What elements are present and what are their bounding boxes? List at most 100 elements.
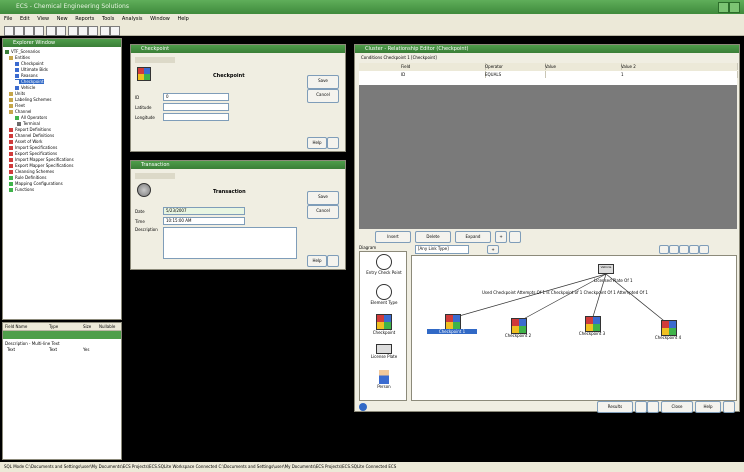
- node-checkpoint-2[interactable]: [511, 318, 527, 334]
- latitude-field[interactable]: [163, 103, 229, 111]
- palette-entry-check-point[interactable]: Entry Check Point: [362, 254, 406, 275]
- description-field[interactable]: [163, 227, 297, 259]
- tree-item-units[interactable]: Units: [9, 91, 25, 96]
- tree-item-vehicle[interactable]: Vehicle: [15, 85, 35, 90]
- tree-item-fleet[interactable]: Fleet: [9, 103, 25, 108]
- tree-item-export-specs[interactable]: Export Specifications: [9, 151, 57, 156]
- col-value2[interactable]: Value 2: [619, 63, 738, 70]
- chart-icon[interactable]: [78, 26, 88, 36]
- add-icon[interactable]: +: [487, 245, 499, 254]
- remove-icon[interactable]: [509, 231, 521, 243]
- col-type[interactable]: Type: [49, 324, 58, 329]
- close-button[interactable]: Close: [661, 401, 693, 413]
- delete-button[interactable]: Delete: [415, 231, 451, 243]
- palette-license-plate[interactable]: License Plate: [362, 344, 406, 359]
- tree-item-vtf[interactable]: VTF_Scenarios: [5, 49, 40, 54]
- col-operator[interactable]: Operator: [483, 63, 546, 70]
- grid-icon[interactable]: [68, 26, 78, 36]
- tree-item-reasons[interactable]: Reasons: [15, 73, 38, 78]
- open-icon[interactable]: [14, 26, 24, 36]
- zoom-icon[interactable]: [659, 245, 669, 254]
- menu-analysis[interactable]: Analysis: [122, 16, 143, 22]
- tree-item-channel[interactable]: Channel: [9, 109, 31, 114]
- time-field[interactable]: 10:15:00 AM: [163, 217, 245, 225]
- pin-icon[interactable]: [327, 137, 339, 149]
- table-cell[interactable]: 1: [619, 71, 738, 78]
- insert-button[interactable]: Insert: [375, 231, 411, 243]
- cancel-button[interactable]: Cancel: [307, 89, 339, 103]
- print-icon[interactable]: [669, 245, 679, 254]
- tree-item-rule-definitions[interactable]: Rule Definitions: [9, 175, 46, 180]
- tree-item-import-specs[interactable]: Import Specifications: [9, 145, 57, 150]
- table-row[interactable]: ID EQUALS 1: [359, 71, 738, 78]
- results-button[interactable]: Results: [597, 401, 633, 413]
- tree-item-checkpoint-selected[interactable]: Checkpoint: [15, 79, 44, 84]
- menu-reports[interactable]: Reports: [75, 16, 94, 22]
- id-field[interactable]: 0: [163, 93, 229, 101]
- menu-window[interactable]: Window: [150, 16, 170, 22]
- node-checkpoint-1[interactable]: [445, 314, 461, 330]
- add-icon[interactable]: +: [495, 231, 507, 243]
- tree-item-ultimate-bids[interactable]: Ultimate Bids: [15, 67, 48, 72]
- tree-item-channel-definitions[interactable]: Channel Definitions: [9, 133, 54, 138]
- palette-checkpoint[interactable]: Checkpoint: [362, 314, 406, 335]
- date-field[interactable]: 5/23/2007: [163, 207, 245, 215]
- tree-item-all-operators[interactable]: All Operators: [15, 115, 47, 120]
- relationship-tabs[interactable]: Conditions Checkpoint 1 [Checkpoint]: [361, 55, 437, 60]
- menu-edit[interactable]: Edit: [20, 16, 30, 22]
- tree-item-cleansing-schemes[interactable]: Cleansing Schemes: [9, 169, 54, 174]
- palette-element-type[interactable]: Element Type: [362, 284, 406, 305]
- col-nullable[interactable]: Nullable: [99, 324, 115, 329]
- link-type-select[interactable]: [Any Link Type]: [415, 245, 469, 254]
- pin-icon[interactable]: [723, 401, 735, 413]
- refresh-icon[interactable]: [689, 245, 699, 254]
- settings-icon[interactable]: [110, 26, 120, 36]
- tree-item-functions[interactable]: Functions: [9, 187, 34, 192]
- node-checkpoint-4[interactable]: [661, 320, 677, 336]
- expand-button[interactable]: Expand: [455, 231, 491, 243]
- print-icon[interactable]: [34, 26, 44, 36]
- info-icon[interactable]: [359, 403, 367, 411]
- save-button[interactable]: Save: [307, 75, 339, 89]
- node-checkpoint-3[interactable]: [585, 316, 601, 332]
- tree-item-import-mapper-specs[interactable]: Import Mapper Specifications: [9, 157, 74, 162]
- minimize-button[interactable]: [718, 2, 729, 13]
- node-root[interactable]: Vehicle: [598, 264, 614, 274]
- tree-item-entities[interactable]: Entities: [9, 55, 30, 60]
- diagram-canvas[interactable]: Vehicle Licensed Plate Of 1 Used Checkpo…: [411, 255, 737, 401]
- col-size[interactable]: Size: [83, 324, 91, 329]
- menu-file[interactable]: File: [4, 16, 12, 22]
- help-button[interactable]: Help: [695, 401, 721, 413]
- menu-help[interactable]: Help: [177, 16, 188, 22]
- export-icon[interactable]: [635, 401, 647, 413]
- layout-icon[interactable]: [679, 245, 689, 254]
- palette-person[interactable]: Person: [362, 370, 406, 389]
- menu-tools[interactable]: Tools: [102, 16, 114, 22]
- menu-new[interactable]: New: [57, 16, 68, 22]
- network-icon[interactable]: [88, 26, 98, 36]
- tree-item-report-definitions[interactable]: Report Definitions: [9, 127, 51, 132]
- table-cell[interactable]: EQUALS: [483, 71, 546, 78]
- tree-item-labeling-schemes[interactable]: Labeling Schemes: [9, 97, 51, 102]
- menu-view[interactable]: View: [37, 16, 49, 22]
- pin-icon[interactable]: [327, 255, 339, 267]
- cancel-button[interactable]: Cancel: [307, 205, 339, 219]
- help-button[interactable]: Help: [307, 255, 327, 267]
- properties-selected-row[interactable]: [3, 331, 121, 339]
- tree-item-export-mapper-specs[interactable]: Export Mapper Specifications: [9, 163, 74, 168]
- table-row-new[interactable]: [359, 78, 737, 85]
- tree-item-mapping-configurations[interactable]: Mapping Configurations: [9, 181, 63, 186]
- new-icon[interactable]: [4, 26, 14, 36]
- col-field[interactable]: Field: [399, 63, 486, 70]
- print-icon[interactable]: [647, 401, 659, 413]
- search-icon[interactable]: [46, 26, 56, 36]
- col-field-name[interactable]: Field Name: [5, 324, 27, 329]
- filter-icon[interactable]: [56, 26, 66, 36]
- col-value[interactable]: Value: [543, 63, 622, 70]
- tree-item-asset-of-work[interactable]: Asset of Work: [9, 139, 42, 144]
- close-button[interactable]: [729, 2, 740, 13]
- tree-item-terminal[interactable]: Terminal: [17, 121, 40, 126]
- checkpoint-nav-toolbar[interactable]: [135, 57, 175, 63]
- save-button[interactable]: Save: [307, 191, 339, 205]
- transaction-nav-toolbar[interactable]: [135, 173, 175, 179]
